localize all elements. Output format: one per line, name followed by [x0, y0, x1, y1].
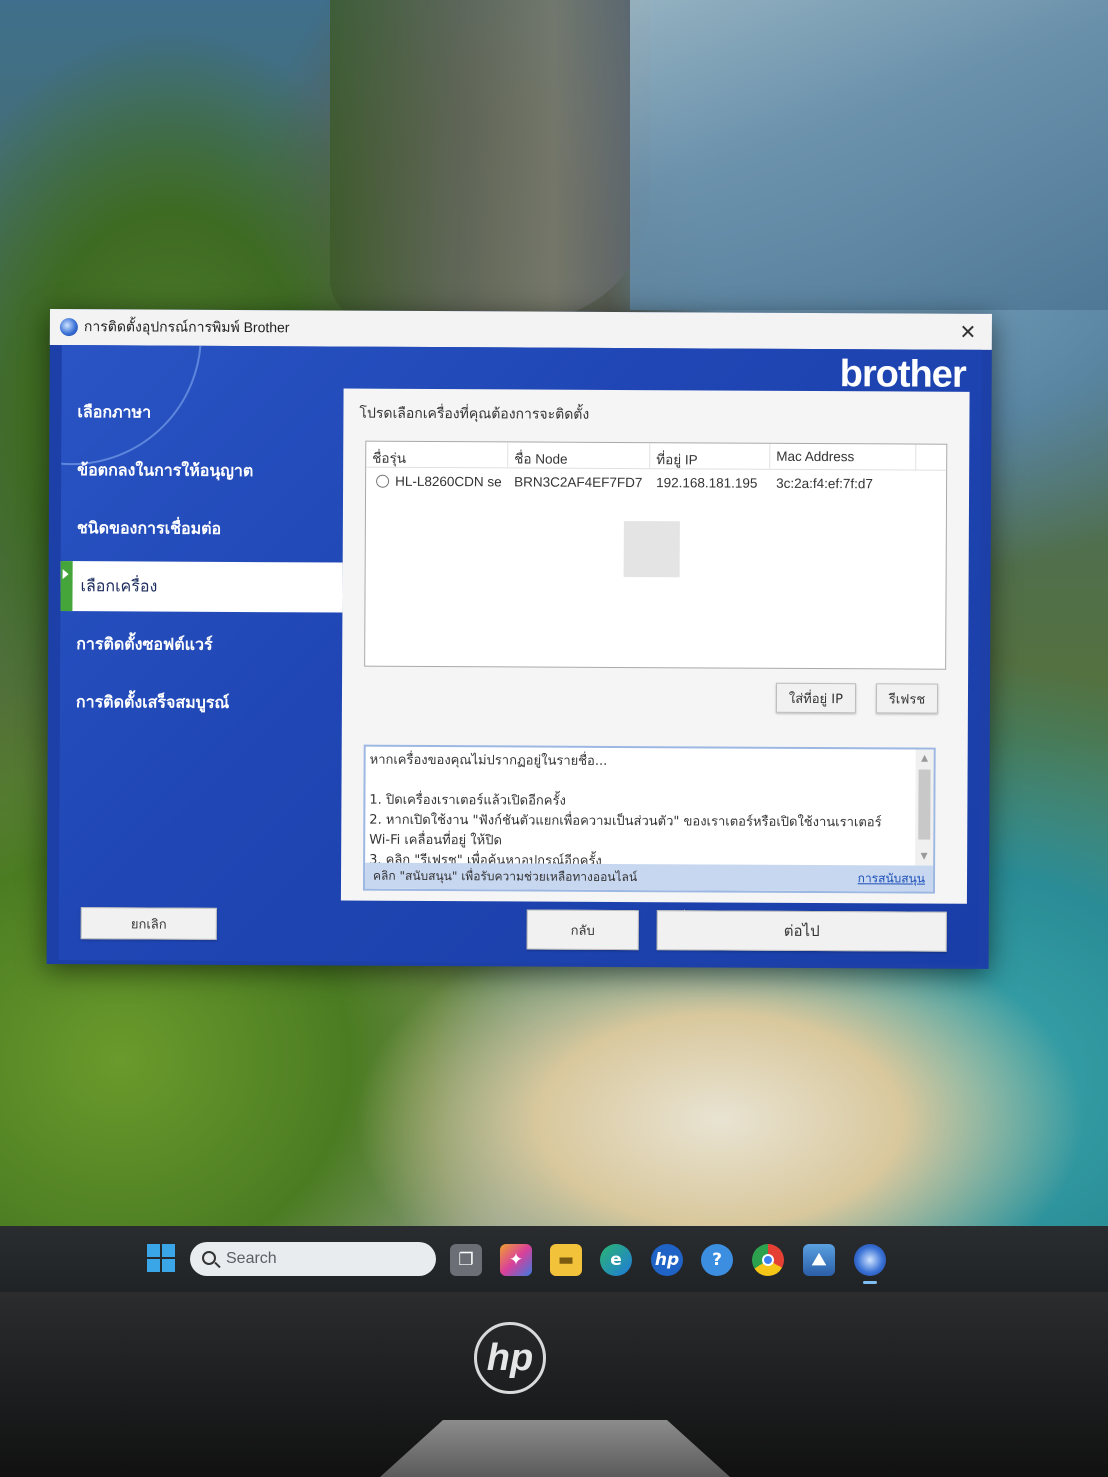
- brother-installer-dialog: การติดตั้งอุปกรณ์การพิมพ์ Brother ✕ brot…: [46, 309, 992, 969]
- chrome-icon[interactable]: [752, 1244, 784, 1276]
- support-link[interactable]: การสนับสนุน: [858, 869, 925, 888]
- scroll-down-icon[interactable]: ▼: [918, 851, 930, 863]
- help-item-1: 1. ปิดเครื่องเราเตอร์แล้วเปิดอีกครั้ง: [369, 792, 566, 809]
- device-ip: 192.168.181.195: [656, 474, 758, 491]
- search-placeholder: Search: [226, 1250, 277, 1267]
- close-button[interactable]: ✕: [954, 318, 982, 346]
- taskbar: Search ❐ ✦ ▬ e hp ? ⛰: [0, 1226, 1108, 1292]
- screen-glare: [623, 521, 680, 578]
- help-heading: หากเครื่องของคุณไม่ปรากฏอยู่ในรายชื่อ...: [369, 752, 608, 769]
- refresh-button[interactable]: รีเฟรช: [875, 683, 939, 714]
- dialog-titlebar[interactable]: การติดตั้งอุปกรณ์การพิมพ์ Brother ✕: [49, 309, 992, 350]
- specify-ip-button[interactable]: ใส่ที่อยู่ IP: [775, 682, 857, 714]
- copilot-icon[interactable]: ✦: [500, 1244, 532, 1276]
- step-list: เลือกภาษา ข้อตกลงในการให้อนุญาต ชนิดของก…: [60, 383, 344, 732]
- search-icon: [202, 1251, 216, 1265]
- step-install-software: การติดตั้งซอฟต์แวร์: [76, 633, 213, 654]
- scroll-thumb[interactable]: [918, 769, 931, 840]
- step-connection-type: ชนิดของการเชื่อมต่อ: [76, 517, 222, 538]
- device-row[interactable]: HL-L8260CDN se BRN3C2AF4EF7FD7 192.168.1…: [366, 468, 946, 497]
- help-scrollbar[interactable]: ▲ ▼: [915, 749, 934, 866]
- main-panel: โปรดเลือกเครื่องที่คุณต้องการจะติดตั้ง ช…: [340, 388, 970, 929]
- device-list[interactable]: ชื่อรุ่น ชื่อ Node ที่อยู่ IP Mac Addres…: [364, 440, 948, 670]
- taskbar-search[interactable]: Search: [190, 1242, 436, 1276]
- device-mac: 3c:2a:f4:ef:7f:d7: [776, 475, 873, 491]
- brother-installer-icon[interactable]: [854, 1244, 886, 1284]
- step-select-machine: เลือกเครื่อง: [60, 561, 343, 613]
- file-explorer-icon[interactable]: ▬: [550, 1244, 582, 1276]
- windows-start-icon[interactable]: [147, 1244, 175, 1272]
- help-footer-text: คลิก "สนับสนุน" เพื่อรับความช่วยเหลือทาง…: [373, 868, 638, 884]
- device-list-header: ชื่อรุ่น ชื่อ Node ที่อยู่ IP Mac Addres…: [366, 441, 947, 471]
- wallpaper-sea: [630, 0, 1108, 310]
- step-language: เลือกภาษา: [77, 401, 152, 422]
- help-item-2b: Wi-Fi เคลื่อนที่อยู่ ให้ปิด: [369, 832, 502, 849]
- cancel-button[interactable]: ยกเลิก: [80, 907, 217, 940]
- column-ip[interactable]: ที่อยู่ IP: [650, 443, 771, 469]
- device-node: BRN3C2AF4EF7FD7: [514, 473, 643, 490]
- column-model[interactable]: ชื่อรุ่น: [366, 441, 509, 468]
- help-icon[interactable]: ?: [701, 1244, 733, 1276]
- help-item-2: 2. หากเปิดใช้งาน "ฟังก์ชันตัวแยกเพื่อควา…: [369, 812, 882, 831]
- step-complete: การติดตั้งเสร็จสมบูรณ์: [75, 691, 230, 712]
- next-button[interactable]: ต่อไป: [656, 910, 947, 952]
- photos-icon[interactable]: ⛰: [803, 1244, 835, 1276]
- dialog-body: brother เลือกภาษา ข้อตกลงในการให้อนุญาต …: [58, 345, 982, 965]
- installer-app-icon: [59, 318, 78, 337]
- column-mac[interactable]: Mac Address: [770, 443, 917, 470]
- help-footer: คลิก "สนับสนุน" เพื่อรับความช่วยเหลือทาง…: [364, 862, 934, 892]
- wallpaper-cliff: [330, 0, 650, 320]
- back-button[interactable]: กลับ: [526, 909, 639, 951]
- dialog-title: การติดตั้งอุปกรณ์การพิมพ์ Brother: [83, 318, 290, 336]
- edge-icon[interactable]: e: [600, 1244, 632, 1276]
- step-license: ข้อตกลงในการให้อนุญาต: [77, 459, 254, 480]
- help-text: หากเครื่องของคุณไม่ปรากฏอยู่ในรายชื่อ...…: [369, 751, 916, 874]
- hp-app-icon[interactable]: hp: [651, 1244, 683, 1276]
- device-model: HL-L8260CDN se: [395, 473, 502, 489]
- column-node[interactable]: ชื่อ Node: [508, 442, 651, 469]
- device-radio-button[interactable]: [376, 475, 390, 489]
- help-box: หากเครื่องของคุณไม่ปรากฏอยู่ในรายชื่อ...…: [362, 744, 936, 894]
- hp-monitor-logo: hp: [474, 1322, 546, 1394]
- panel-heading: โปรดเลือกเครื่องที่คุณต้องการจะติดตั้ง: [359, 405, 590, 423]
- task-view-icon[interactable]: ❐: [450, 1244, 482, 1276]
- scroll-up-icon[interactable]: ▲: [919, 753, 931, 765]
